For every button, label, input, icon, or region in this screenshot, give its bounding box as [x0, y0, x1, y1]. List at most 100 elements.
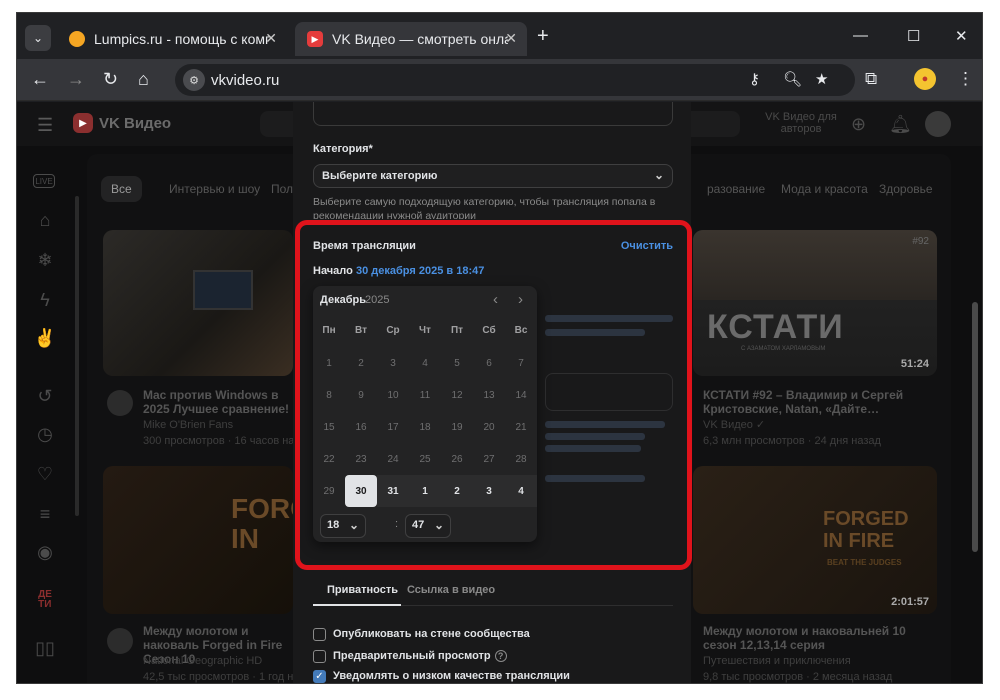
tab-search-button[interactable]: ⌄: [25, 25, 51, 51]
checkbox-publish-wall[interactable]: Опубликовать на стене сообщества: [313, 628, 673, 644]
video-title[interactable]: Между молотом и наковальней 10 сезон 12,…: [703, 624, 923, 652]
category-select-value: Выберите категорию: [322, 170, 438, 182]
monitor-graphic: [193, 270, 253, 310]
chip-education[interactable]: разование: [697, 176, 775, 202]
clock-icon[interactable]: ◷: [33, 422, 57, 446]
browser-toolbar: ← → ↻ ⌂ ⚙ vkvideo.ru ⚷ 🔍︎ ★ ⧉ ● ⋮: [17, 59, 982, 101]
checkbox-label: Уведомлять о низком качестве трансляции: [333, 670, 570, 682]
checkbox[interactable]: [313, 650, 326, 663]
vk-video-favicon-icon: ▶: [307, 31, 323, 47]
chip-health[interactable]: Здоровье: [869, 176, 943, 202]
video-channel[interactable]: Mike O'Brien Fans: [143, 418, 233, 432]
category-select[interactable]: Выберите категорию ⌄: [313, 164, 673, 188]
tab-title: VK Видео — смотреть онлайн: [332, 31, 508, 47]
tab-vk-video[interactable]: ▶ VK Видео — смотреть онлайн ✕: [295, 22, 527, 56]
video-title[interactable]: КСТАТИ #92 – Владимир и Сергей Кристовск…: [703, 388, 923, 416]
profile-avatar[interactable]: ●: [914, 68, 936, 90]
modal-tabs: Приватность Ссылка в видео: [313, 576, 673, 606]
chip-all[interactable]: Все: [101, 176, 142, 202]
bookmark-star-icon[interactable]: ★: [815, 70, 828, 88]
video-channel[interactable]: National Geographic HD: [143, 654, 262, 668]
video-thumbnail[interactable]: FORGED IN FIRE BEAT THE JUDGES 2:01:57: [693, 466, 937, 614]
forward-icon[interactable]: →: [67, 69, 85, 90]
video-meta: 300 просмотров · 16 часов наз: [143, 435, 300, 447]
zoom-icon[interactable]: 🔍︎: [783, 70, 802, 88]
category-help-text: Выберите самую подходящую категорию, что…: [313, 196, 656, 219]
close-window-icon[interactable]: ✕: [955, 27, 968, 45]
video-duration: 51:24: [900, 358, 929, 370]
key-icon[interactable]: ⚷: [749, 70, 760, 88]
extensions-icon[interactable]: ⧉: [865, 69, 877, 89]
home-icon[interactable]: ⌂: [33, 208, 57, 232]
new-tab-icon[interactable]: +: [537, 26, 549, 46]
close-tab-icon[interactable]: ✕: [505, 30, 517, 47]
vk-sidebar: LIVE ⌂ ❄ ϟ ✌ ↺ ◷ ♡ ≡ ◉ ДЕ ТИ ▯▯: [17, 146, 79, 683]
deti-icon[interactable]: ДЕ ТИ: [33, 588, 57, 612]
category-label: Категория*: [313, 143, 373, 155]
sidebar-scrollbar[interactable]: [75, 196, 79, 516]
checkbox-checked[interactable]: ✓: [313, 670, 326, 683]
video-duration: 2:01:57: [891, 596, 929, 608]
menu-dots-icon[interactable]: ⋮: [957, 69, 974, 89]
chip-interview[interactable]: Интервью и шоу: [159, 176, 270, 202]
minimize-icon[interactable]: —: [853, 27, 868, 44]
hand-peace-icon[interactable]: ✌: [33, 326, 57, 350]
checkbox-label: Предварительный просмотр?: [333, 650, 507, 663]
bell-icon[interactable]: 🔔︎: [889, 114, 912, 135]
hamburger-menu-icon[interactable]: ☰: [37, 115, 53, 136]
video-thumbnail[interactable]: FORG IN: [103, 466, 293, 614]
thumbnail-subtext: С АЗАМАТОМ ХАРЛАМОВЫМ: [741, 346, 826, 352]
vk-logo-text[interactable]: VK Видео: [99, 115, 171, 132]
history-icon[interactable]: ↺: [33, 384, 57, 408]
tab-bar: ⌄ Lumpics.ru - помощь с компь ✕ ▶ VK Вид…: [17, 13, 982, 59]
video-thumbnail[interactable]: КСТАТИ С АЗАМАТОМ ХАРЛАМОВЫМ #92 51:24: [693, 230, 937, 376]
site-info-icon[interactable]: ⚙: [183, 69, 205, 91]
lightning-icon[interactable]: ϟ: [33, 288, 57, 312]
tab-title: Lumpics.ru - помощь с компь: [94, 31, 270, 47]
chip-fashion[interactable]: Мода и красота: [771, 176, 878, 202]
channel-avatar[interactable]: [107, 628, 133, 654]
back-icon[interactable]: ←: [31, 69, 49, 90]
info-icon[interactable]: ?: [494, 650, 507, 663]
thumbnail-text: FORG IN: [231, 493, 293, 554]
playlist-add-icon[interactable]: ≡: [33, 502, 57, 526]
home-icon[interactable]: ⌂: [138, 69, 149, 90]
people-graphic: [693, 230, 937, 300]
channel-icon[interactable]: ◉: [33, 540, 57, 564]
live-icon[interactable]: LIVE: [33, 174, 55, 188]
book-icon[interactable]: ▯▯: [33, 636, 57, 660]
add-icon[interactable]: ⊕: [851, 114, 866, 135]
checkbox-low-quality-notify[interactable]: ✓ Уведомлять о низком качестве трансляци…: [313, 670, 673, 683]
tab-video-link[interactable]: Ссылка в видео: [407, 584, 495, 596]
checkbox[interactable]: [313, 628, 326, 641]
address-bar[interactable]: ⚙ vkvideo.ru ⚷ 🔍︎ ★: [175, 64, 855, 96]
channel-avatar[interactable]: [107, 390, 133, 416]
highlight-frame: [295, 220, 692, 570]
page-scrollbar[interactable]: [972, 302, 978, 552]
user-avatar[interactable]: [925, 111, 951, 137]
video-title[interactable]: Mac против Windows в 2025 Лучшее сравнен…: [143, 388, 293, 416]
tab-lumpics[interactable]: Lumpics.ru - помощь с компь ✕: [57, 22, 287, 56]
video-channel[interactable]: Путешествия и приключения: [703, 654, 851, 668]
thumbnail-subtext: BEAT THE JUDGES: [827, 558, 902, 567]
maximize-icon[interactable]: ☐: [907, 27, 920, 45]
video-meta: 6,3 млн просмотров · 24 дня назад: [703, 435, 881, 447]
video-meta: 9,8 тыс просмотров · 2 месяца назад: [703, 671, 893, 683]
video-meta: 42,5 тыс просмотров · 1 год на: [143, 671, 300, 683]
thumbnail-text: FORGED IN FIRE: [823, 508, 909, 552]
close-tab-icon[interactable]: ✕: [265, 30, 277, 47]
heart-icon[interactable]: ♡: [33, 462, 57, 486]
reload-icon[interactable]: ↻: [103, 69, 118, 90]
description-field[interactable]: [313, 102, 673, 126]
snowflake-icon[interactable]: ❄: [33, 248, 57, 272]
video-channel[interactable]: VK Видео ✓: [703, 418, 765, 432]
for-authors-link[interactable]: VK Видео для авторов: [765, 111, 837, 135]
active-tab-indicator: [313, 604, 401, 606]
thumbnail-text: КСТАТИ: [707, 308, 844, 346]
vk-video-logo-icon[interactable]: ▶: [73, 113, 93, 133]
checkbox-label-text: Предварительный просмотр: [333, 650, 491, 662]
video-thumbnail[interactable]: [103, 230, 293, 376]
checkbox-preview[interactable]: Предварительный просмотр?: [313, 650, 673, 666]
tab-privacy[interactable]: Приватность: [327, 584, 398, 596]
episode-badge: #92: [912, 236, 929, 247]
